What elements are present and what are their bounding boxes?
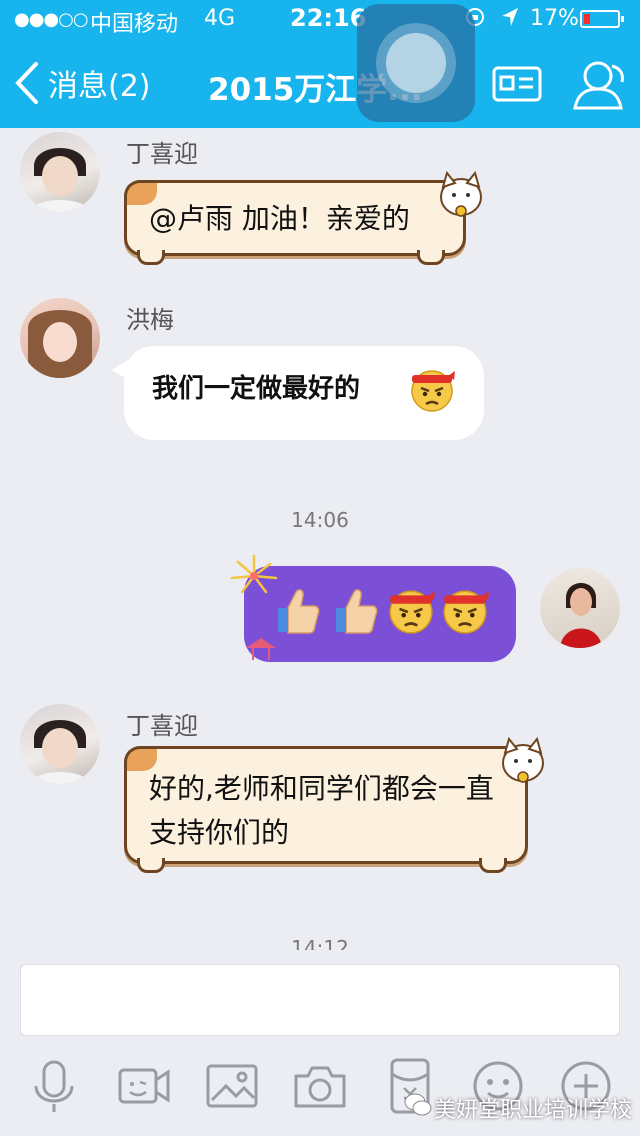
angry-headband-emoji [411, 370, 455, 412]
battery-percent: 17% [530, 6, 579, 31]
lucky-cat-icon [502, 736, 544, 783]
message-text: @卢雨 加油！亲爱的 [149, 202, 410, 235]
back-button[interactable]: 消息(2) [14, 58, 151, 108]
avatar[interactable] [20, 298, 100, 378]
message-text: 我们一定做最好的 [152, 374, 361, 404]
nav-bar: 消息(2) 2015万江学... [0, 40, 640, 128]
avatar[interactable] [540, 568, 620, 648]
signal-strength: ●●●○○ [14, 9, 89, 30]
thumbs-up-emoji [336, 589, 378, 634]
status-bar: ●●●○○ 中国移动 4G 22:16 17% [0, 0, 640, 40]
lucky-cat-icon [440, 170, 482, 217]
message-bubble[interactable]: 我们一定做最好的 [112, 346, 484, 440]
location-icon [500, 6, 520, 33]
sender-name: 洪梅 [126, 306, 174, 334]
timestamp: 14:12 [291, 936, 349, 950]
sender-name: 丁喜迎 [126, 712, 198, 740]
network-type: 4G [204, 6, 236, 31]
carrier-name: 中国移动 [90, 12, 179, 37]
thumbs-up-emoji [278, 589, 320, 634]
status-time: 22:16 [290, 4, 367, 32]
top-bar: ●●●○○ 中国移动 4G 22:16 17% 消息(2) 2015万江学... [0, 0, 640, 128]
message-bubble[interactable]: @卢雨 加油！亲爱的 [124, 170, 482, 265]
message-input[interactable] [20, 964, 620, 1036]
wechat-icon [404, 1093, 432, 1116]
watermark-text: 美妍堂职业培训学校 [434, 1098, 633, 1123]
battery-icon [580, 10, 624, 28]
angry-headband-emoji [389, 590, 435, 634]
avatar[interactable] [20, 132, 100, 212]
group-card-icon[interactable] [492, 66, 542, 102]
avatar[interactable] [20, 704, 100, 784]
chevron-left-icon [15, 62, 38, 104]
sender-name: 丁喜迎 [126, 140, 198, 168]
message-bubble[interactable]: 好的,老师和同学们都会一直支持你们的 [124, 736, 544, 873]
group-members-icon[interactable] [570, 56, 628, 112]
image-icon[interactable] [204, 1058, 260, 1114]
message-bubble[interactable] [230, 554, 516, 662]
microphone-icon[interactable] [26, 1058, 82, 1114]
timestamp: 14:06 [291, 508, 349, 532]
video-icon[interactable] [116, 1058, 172, 1114]
assistive-touch-button[interactable] [357, 4, 475, 122]
message-text: 好的,老师和同学们都会一直支持你们的 [149, 772, 494, 849]
angry-headband-emoji [443, 590, 489, 634]
pavilion-icon [246, 638, 276, 660]
camera-icon[interactable] [292, 1058, 348, 1114]
back-label: 消息(2) [48, 69, 151, 104]
